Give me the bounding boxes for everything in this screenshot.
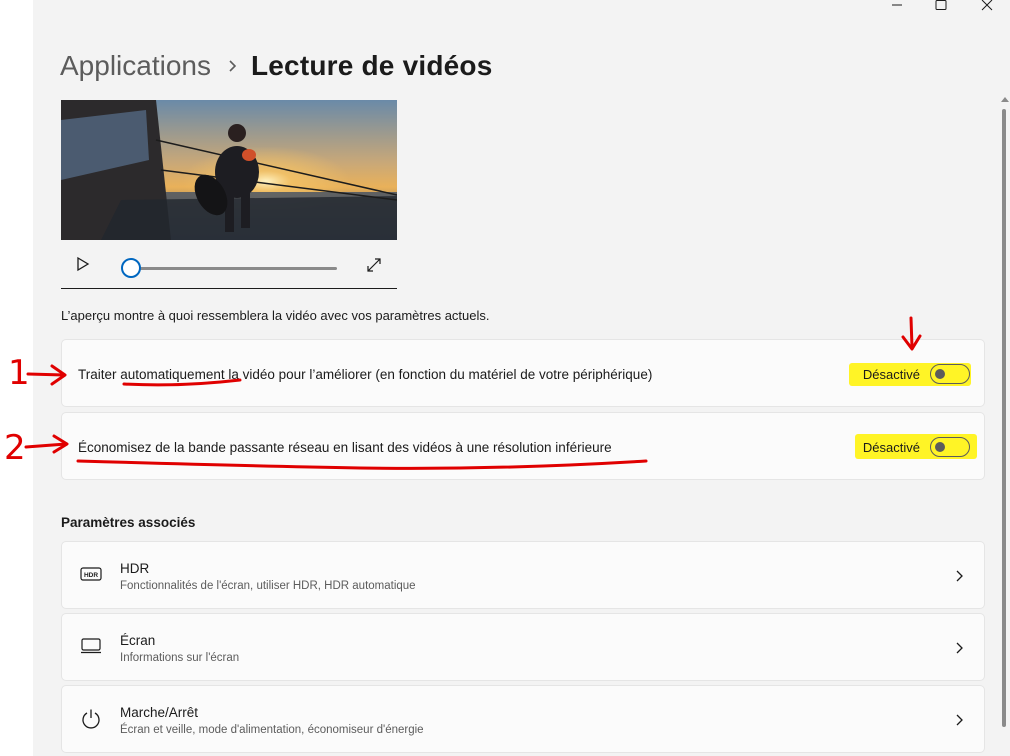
chevron-right-icon: [954, 713, 964, 732]
related-item-hdr[interactable]: HDR HDR Fonctionnalités de l'écran, util…: [61, 541, 985, 609]
vertical-scrollbar[interactable]: [1000, 95, 1010, 756]
related-item-title: Écran: [120, 633, 156, 648]
breadcrumb: Applications Lecture de vidéos: [60, 46, 492, 86]
fullscreen-icon: [367, 258, 381, 272]
setting-label-part: Traiter: [78, 367, 121, 382]
video-player-controls: [61, 240, 397, 289]
related-item-subtitle: Informations sur l'écran: [120, 652, 240, 664]
maximize-button[interactable]: [926, 0, 956, 14]
setting-label-save-bandwidth: Économisez de la bande passante réseau e…: [78, 440, 612, 455]
close-icon: [981, 0, 993, 11]
monitor-icon: [80, 638, 102, 659]
related-item-subtitle: Fonctionnalités de l'écran, utiliser HDR…: [120, 580, 416, 592]
chevron-right-icon: [954, 569, 964, 588]
related-item-subtitle: Écran et veille, mode d'alimentation, éc…: [120, 724, 424, 736]
toggle-knob: [935, 369, 945, 379]
power-icon: [80, 708, 102, 735]
page-title: Lecture de vidéos: [250, 50, 493, 81]
svg-text:HDR: HDR: [84, 572, 98, 579]
annotation-marker-1: 1: [8, 353, 30, 393]
video-preview-image: [61, 100, 397, 240]
setting-card-save-bandwidth: Économisez de la bande passante réseau e…: [61, 412, 985, 480]
play-icon: [77, 256, 90, 272]
toggle-group: Désactivé: [863, 437, 970, 457]
chevron-right-icon: [954, 641, 964, 660]
setting-label-part: la vidéo pour l’améliorer (en fonction d…: [224, 367, 653, 382]
toggle-group: Désactivé: [863, 364, 970, 384]
play-button[interactable]: [75, 256, 91, 277]
toggle-state-label: Désactivé: [862, 366, 920, 382]
related-item-display[interactable]: Écran Informations sur l'écran: [61, 613, 985, 681]
related-item-title: HDR: [120, 561, 150, 576]
seek-bar[interactable]: [133, 267, 337, 270]
toggle-knob: [935, 442, 945, 452]
preview-note: L’aperçu montre à quoi ressemblera la vi…: [61, 308, 490, 323]
breadcrumb-parent-link[interactable]: Applications: [60, 50, 211, 82]
close-button[interactable]: [972, 0, 1002, 14]
setting-label-auto-enhance: Traiter automatiquement la vidéo pour l’…: [78, 367, 652, 382]
scrollbar-thumb[interactable]: [1002, 109, 1006, 727]
related-item-power[interactable]: Marche/Arrêt Écran et veille, mode d'ali…: [61, 685, 985, 753]
chevron-right-icon: [227, 59, 237, 73]
setting-card-auto-enhance: Traiter automatiquement la vidéo pour l’…: [61, 339, 985, 407]
toggle-state-label: Désactivé: [862, 439, 920, 455]
annotation-marker-2: 2: [4, 428, 26, 468]
scroll-up-arrow-icon[interactable]: [1001, 95, 1009, 103]
save-bandwidth-toggle[interactable]: [930, 437, 970, 457]
fullscreen-button[interactable]: [365, 256, 383, 279]
related-item-title: Marche/Arrêt: [120, 705, 199, 720]
hdr-icon: HDR: [80, 566, 102, 587]
auto-enhance-toggle[interactable]: [930, 364, 970, 384]
minimize-icon: [892, 4, 902, 6]
minimize-button[interactable]: [882, 0, 912, 14]
setting-label-part: automatiquement: [120, 367, 225, 382]
seek-slider-thumb[interactable]: [121, 258, 141, 278]
maximize-icon: [935, 0, 947, 10]
related-settings-title: Paramètres associés: [61, 515, 196, 530]
